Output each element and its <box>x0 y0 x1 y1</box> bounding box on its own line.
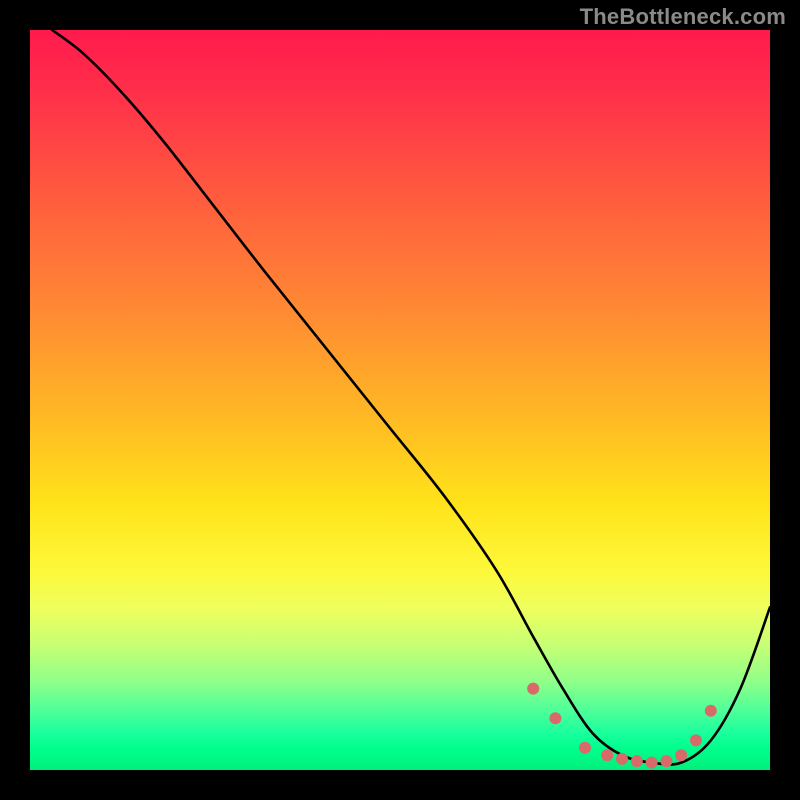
marker-dot <box>660 755 672 767</box>
marker-dot <box>527 683 539 695</box>
marker-dot <box>601 749 613 761</box>
marker-dot <box>579 742 591 754</box>
curve-layer <box>30 30 770 770</box>
watermark-text: TheBottleneck.com <box>580 4 786 30</box>
chart-stage: TheBottleneck.com <box>0 0 800 800</box>
marker-dot <box>675 749 687 761</box>
marker-dot <box>616 753 628 765</box>
plot-area <box>30 30 770 770</box>
marker-dot <box>646 757 658 769</box>
marker-dot <box>549 712 561 724</box>
marker-dot-group <box>527 683 717 769</box>
marker-dot <box>690 734 702 746</box>
bottleneck-curve-path <box>52 30 770 765</box>
marker-dot <box>705 705 717 717</box>
marker-dot <box>631 755 643 767</box>
